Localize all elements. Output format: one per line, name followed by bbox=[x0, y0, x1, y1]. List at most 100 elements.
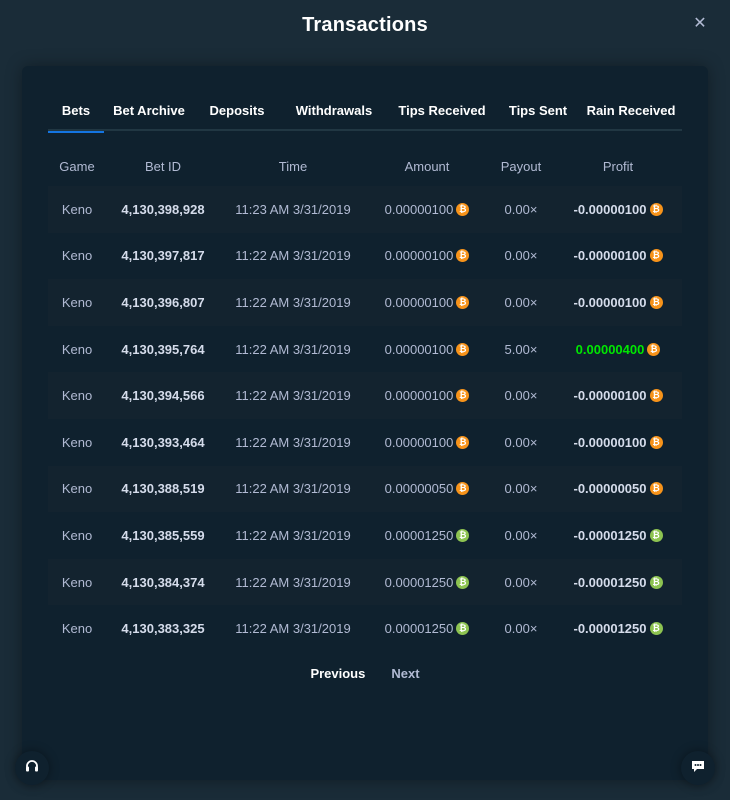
next-button[interactable]: Next bbox=[391, 666, 419, 681]
bitcoin-coin-icon: ₿ bbox=[456, 342, 470, 356]
headset-icon bbox=[24, 758, 40, 779]
bitcoin-coin-icon: ₿ bbox=[456, 295, 470, 309]
cell-time: 11:22 AM 3/31/2019 bbox=[235, 481, 351, 497]
cell-payout: 0.00× bbox=[504, 388, 538, 404]
cell-payout: 5.00× bbox=[504, 341, 538, 357]
table-row[interactable]: Keno 4,130,393,464 11:22 AM 3/31/2019 0.000… bbox=[48, 418, 682, 466]
amount-value: 0.00000100 bbox=[384, 341, 454, 357]
bitcoin-coin-icon: ₿ bbox=[649, 249, 663, 263]
support-button[interactable] bbox=[15, 751, 49, 785]
table-row[interactable]: Keno 4,130,395,764 11:22 AM 3/31/2019 0.000… bbox=[48, 325, 682, 373]
table-row[interactable]: Keno 4,130,384,374 11:22 AM 3/31/2019 0.000… bbox=[48, 558, 682, 606]
bitcoin-cash-coin-icon: ₿ bbox=[649, 528, 663, 542]
cell-profit: -0.00000100 ₿ bbox=[554, 435, 682, 450]
cell-profit: -0.00001250 ₿ bbox=[554, 575, 682, 590]
cell-game: Keno bbox=[61, 481, 93, 497]
cell-bet-id[interactable]: 4,130,398,928 bbox=[106, 202, 220, 217]
cell-bet-id[interactable]: 4,130,393,464 bbox=[106, 435, 220, 450]
cell-payout: 0.00× bbox=[504, 527, 538, 543]
bitcoin-coin-icon: ₿ bbox=[456, 482, 470, 496]
tab-tips-received[interactable]: Tips Received bbox=[388, 98, 496, 131]
cell-time: 11:22 AM 3/31/2019 bbox=[235, 248, 351, 264]
amount-value: 0.00000050 bbox=[384, 481, 454, 497]
profit-value: -0.00000100 bbox=[573, 388, 647, 404]
cell-payout: 0.00× bbox=[504, 248, 538, 264]
cell-bet-id[interactable]: 4,130,385,559 bbox=[106, 528, 220, 543]
tab-tips-sent[interactable]: Tips Sent bbox=[496, 98, 580, 131]
cell-payout: 0.00× bbox=[504, 574, 538, 590]
cell-profit: -0.00001250 ₿ bbox=[554, 528, 682, 543]
cell-bet-id[interactable]: 4,130,397,817 bbox=[106, 248, 220, 263]
cell-amount: 0.00001250 ₿ bbox=[366, 621, 488, 636]
cell-time: 11:23 AM 3/31/2019 bbox=[235, 201, 351, 217]
amount-value: 0.00000100 bbox=[384, 248, 454, 264]
tab-rain-received[interactable]: Rain Received bbox=[580, 98, 682, 131]
header-payout: Payout bbox=[500, 158, 542, 174]
tab-bets[interactable]: Bets bbox=[48, 98, 104, 133]
profit-value: -0.00000100 bbox=[573, 434, 647, 450]
bitcoin-cash-coin-icon: ₿ bbox=[456, 622, 470, 636]
tab-withdrawals[interactable]: Withdrawals bbox=[280, 98, 388, 131]
table-row[interactable]: Keno 4,130,398,928 11:23 AM 3/31/2019 0.000… bbox=[48, 186, 682, 233]
table-row[interactable]: Keno 4,130,383,325 11:22 AM 3/31/2019 0.000… bbox=[48, 605, 682, 652]
cell-bet-id[interactable]: 4,130,383,325 bbox=[106, 621, 220, 636]
cell-amount: 0.00000100 ₿ bbox=[366, 342, 488, 357]
amount-value: 0.00001250 bbox=[384, 574, 454, 590]
cell-bet-id[interactable]: 4,130,394,566 bbox=[106, 388, 220, 403]
cell-payout: 0.00× bbox=[504, 621, 538, 637]
cell-time: 11:22 AM 3/31/2019 bbox=[235, 388, 351, 404]
profit-value: -0.00001250 bbox=[573, 621, 647, 637]
tab-bet-archive[interactable]: Bet Archive bbox=[104, 98, 194, 131]
profit-value: -0.00001250 bbox=[573, 527, 647, 543]
cell-bet-id[interactable]: 4,130,396,807 bbox=[106, 295, 220, 310]
profit-value: -0.00000100 bbox=[573, 248, 647, 264]
cell-game: Keno bbox=[61, 574, 93, 590]
pagination: Previous Next bbox=[22, 666, 708, 681]
bitcoin-coin-icon: ₿ bbox=[649, 389, 663, 403]
cell-time: 11:22 AM 3/31/2019 bbox=[235, 527, 351, 543]
amount-value: 0.00001250 bbox=[384, 527, 454, 543]
chat-button[interactable] bbox=[681, 751, 715, 785]
profit-value: 0.00000400 bbox=[575, 341, 645, 357]
cell-payout: 0.00× bbox=[504, 294, 538, 310]
transactions-modal: Transactions ✕ Bets Bet Archive Deposits… bbox=[0, 0, 730, 800]
previous-button[interactable]: Previous bbox=[310, 666, 365, 681]
profit-value: -0.00001250 bbox=[573, 574, 647, 590]
cell-bet-id[interactable]: 4,130,384,374 bbox=[106, 575, 220, 590]
close-icon[interactable]: ✕ bbox=[692, 16, 708, 32]
modal-title: Transactions bbox=[302, 14, 428, 36]
table-row[interactable]: Keno 4,130,385,559 11:22 AM 3/31/2019 0.000… bbox=[48, 512, 682, 559]
tab-deposits[interactable]: Deposits bbox=[194, 98, 280, 131]
amount-value: 0.00000100 bbox=[384, 294, 454, 310]
cell-profit: -0.00000100 ₿ bbox=[554, 202, 682, 217]
profit-value: -0.00000100 bbox=[573, 201, 647, 217]
table-row[interactable]: Keno 4,130,388,519 11:22 AM 3/31/2019 0.000… bbox=[48, 465, 682, 513]
cell-time: 11:22 AM 3/31/2019 bbox=[235, 621, 351, 637]
amount-value: 0.00000100 bbox=[384, 388, 454, 404]
cell-amount: 0.00001250 ₿ bbox=[366, 528, 488, 543]
cell-game: Keno bbox=[61, 294, 93, 310]
table-row[interactable]: Keno 4,130,394,566 11:22 AM 3/31/2019 0.000… bbox=[48, 372, 682, 419]
cell-bet-id[interactable]: 4,130,395,764 bbox=[106, 342, 220, 357]
cell-game: Keno bbox=[61, 201, 93, 217]
cell-bet-id[interactable]: 4,130,388,519 bbox=[106, 481, 220, 496]
bitcoin-coin-icon: ₿ bbox=[649, 435, 663, 449]
bitcoin-cash-coin-icon: ₿ bbox=[456, 575, 470, 589]
cell-payout: 0.00× bbox=[504, 481, 538, 497]
table-row[interactable]: Keno 4,130,396,807 11:22 AM 3/31/2019 0.000… bbox=[48, 279, 682, 326]
cell-time: 11:22 AM 3/31/2019 bbox=[235, 434, 351, 450]
cell-profit: 0.00000400 ₿ bbox=[554, 342, 682, 357]
cell-profit: -0.00000100 ₿ bbox=[554, 248, 682, 263]
table-header: Game Bet ID Time Amount Payout Profit bbox=[48, 146, 682, 186]
bitcoin-coin-icon: ₿ bbox=[456, 435, 470, 449]
table-row[interactable]: Keno 4,130,397,817 11:22 AM 3/31/2019 0.000… bbox=[48, 232, 682, 280]
cell-amount: 0.00000100 ₿ bbox=[366, 295, 488, 310]
cell-game: Keno bbox=[61, 434, 93, 450]
bitcoin-coin-icon: ₿ bbox=[456, 249, 470, 263]
cell-time: 11:22 AM 3/31/2019 bbox=[235, 341, 351, 357]
table-body: Keno 4,130,398,928 11:23 AM 3/31/2019 0.000… bbox=[48, 186, 682, 652]
profit-value: -0.00000050 bbox=[573, 481, 647, 497]
cell-amount: 0.00001250 ₿ bbox=[366, 575, 488, 590]
profit-value: -0.00000100 bbox=[573, 294, 647, 310]
cell-game: Keno bbox=[61, 621, 93, 637]
